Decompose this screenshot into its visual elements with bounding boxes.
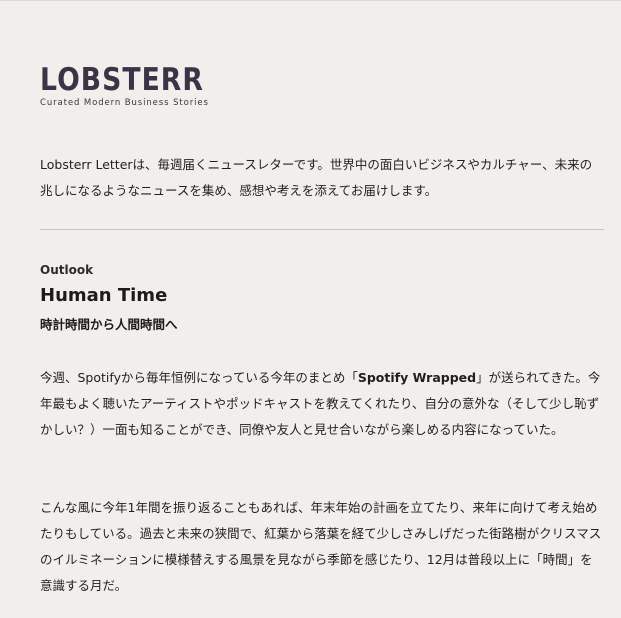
lobsterr-logo[interactable]: LOBSTERR Curated Modern Business Stories xyxy=(40,62,240,109)
article-title: Human Time xyxy=(40,285,168,306)
section-divider xyxy=(40,229,604,230)
paragraph-1-text-before: 今週、Spotifyから毎年恒例になっている今年のまとめ「 xyxy=(40,370,358,385)
logo-tagline: Curated Modern Business Stories xyxy=(40,98,209,108)
section-label: Outlook xyxy=(40,263,94,277)
article-paragraph-1: 今週、Spotifyから毎年恒例になっている今年のまとめ「Spotify Wra… xyxy=(40,365,602,443)
intro-text: Lobsterr Letterは、毎週届くニュースレターです。世界中の面白いビジ… xyxy=(40,157,593,198)
spotify-wrapped-emphasis: Spotify Wrapped xyxy=(357,370,477,385)
logo-title: LOBSTERR xyxy=(40,62,204,98)
article-paragraph-2: こんな風に今年1年間を振り返ることもあれば、年末年始の計画を立てたり、来年に向け… xyxy=(40,500,602,593)
newsletter-page: LOBSTERR Curated Modern Business Stories… xyxy=(0,0,621,618)
article-subtitle: 時計時間から人間時間へ xyxy=(40,317,178,332)
